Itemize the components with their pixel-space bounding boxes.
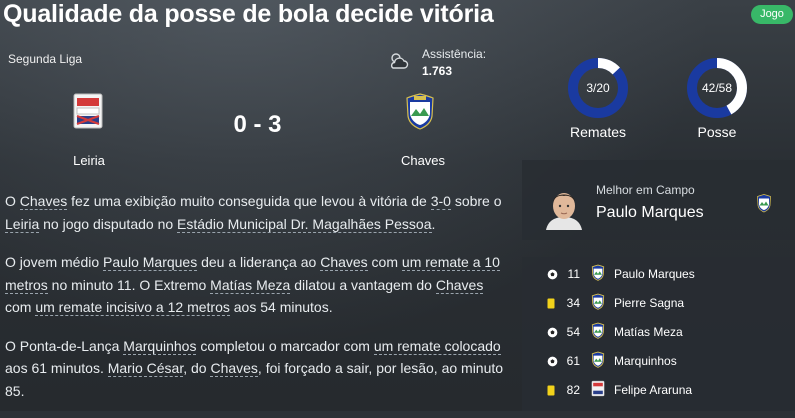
team-crest-icon: [591, 293, 605, 315]
highlight-link[interactable]: um remate incisivo a 12 metros: [35, 299, 230, 316]
team-crest-icon: [591, 264, 605, 286]
home-team-crest[interactable]: [72, 92, 104, 130]
partly-cloudy-icon: [390, 53, 409, 69]
report-paragraph: O Ponta-de-Lança Marquinhos completou o …: [5, 337, 504, 399]
event-player-name[interactable]: Paulo Marques: [614, 267, 695, 281]
ball-icon: [547, 267, 558, 285]
team-link[interactable]: Leiria: [5, 215, 40, 233]
event-minute: 54: [566, 325, 580, 339]
player-avatar: [546, 193, 582, 230]
event-row[interactable]: 11 Paulo Marques: [522, 260, 795, 289]
possession-label: Posse: [697, 124, 737, 140]
team-link[interactable]: Chaves: [19, 193, 68, 210]
possession-donut[interactable]: 42/58: [686, 57, 748, 119]
shots-donut[interactable]: 3/20: [567, 57, 629, 119]
event-row[interactable]: 54 Matías Meza: [522, 318, 795, 347]
match-score: 0 - 3: [233, 111, 282, 138]
attendance-label: Assistência:: [422, 47, 487, 61]
event-minute: 34: [566, 296, 580, 310]
event-row[interactable]: 82 Felipe Araruna: [522, 376, 795, 405]
report-paragraph: O jovem médio Paulo Marques deu a lidera…: [5, 254, 500, 316]
event-row[interactable]: 61 Marquinhos: [522, 347, 795, 376]
stadium-link[interactable]: Estádio Municipal Dr. Magalhães Pessoa: [177, 215, 432, 233]
match-report: O Chaves fez uma exibição muito consegui…: [5, 190, 510, 418]
player-of-match-label: Melhor em Campo: [596, 183, 695, 197]
player-link[interactable]: Matías Meza: [210, 276, 291, 294]
event-player-name[interactable]: Pierre Sagna: [614, 296, 684, 310]
event-minute: 11: [567, 267, 580, 281]
event-player-name[interactable]: Matías Meza: [614, 325, 683, 339]
event-player-name[interactable]: Felipe Araruna: [614, 383, 692, 397]
score-link[interactable]: 3-0: [430, 193, 451, 210]
home-team-name[interactable]: Leiria: [60, 153, 118, 168]
team-link[interactable]: Chaves: [435, 276, 484, 294]
away-team-crest[interactable]: [404, 92, 436, 130]
ball-icon: [547, 325, 558, 343]
possession-value: 42/58: [702, 81, 732, 95]
yellow-card-icon: [547, 296, 555, 314]
player-of-match-name[interactable]: Paulo Marques: [596, 204, 704, 222]
team-crest-icon: [591, 380, 605, 402]
competition-name[interactable]: Segunda Liga: [8, 52, 82, 66]
shots-value: 3/20: [586, 81, 610, 95]
attendance-value: 1.763: [422, 64, 453, 78]
player-team-crest: [757, 194, 771, 213]
event-minute: 82: [566, 383, 580, 397]
match-badge-button[interactable]: Jogo: [751, 5, 793, 24]
event-player-name[interactable]: Marquinhos: [614, 354, 677, 368]
team-crest-icon: [591, 351, 605, 373]
team-link[interactable]: Chaves: [320, 254, 368, 271]
player-link[interactable]: Mario César: [107, 360, 184, 377]
away-team-name[interactable]: Chaves: [396, 153, 450, 168]
page-title: Qualidade da posse de bola decide vitóri…: [3, 0, 494, 28]
team-link[interactable]: Chaves: [210, 360, 258, 377]
ball-icon: [547, 354, 558, 372]
event-row[interactable]: 34 Pierre Sagna: [522, 289, 795, 318]
yellow-card-icon: [547, 383, 555, 401]
player-link[interactable]: Marquinhos: [123, 337, 197, 355]
team-crest-icon: [591, 322, 605, 344]
highlight-link[interactable]: um remate colocado: [373, 337, 501, 355]
shots-label: Remates: [569, 124, 627, 140]
report-paragraph: O Chaves fez uma exibição muito consegui…: [5, 193, 502, 233]
event-minute: 61: [566, 354, 580, 368]
player-link[interactable]: Paulo Marques: [103, 254, 198, 271]
